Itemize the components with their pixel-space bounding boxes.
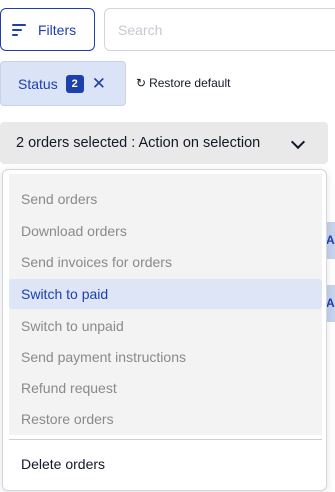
menu-item-label: Switch to unpaid (21, 318, 124, 334)
orders-page: Filters Status 2 ✕ ↻ Restore default 2 o… (0, 0, 335, 492)
menu-item-label: Send invoices for orders (21, 254, 172, 270)
filter-lines-icon (12, 23, 26, 36)
menu-item-restore-orders[interactable]: Restore orders (9, 404, 322, 434)
status-count-badge: 2 (65, 74, 84, 93)
menu-item-label: Send payment instructions (21, 349, 186, 365)
menu-item-send-invoices[interactable]: Send invoices for orders (9, 247, 322, 277)
restore-icon: ↻ (136, 76, 147, 90)
search-input[interactable] (104, 8, 335, 51)
status-filter-chip[interactable]: Status 2 ✕ (0, 61, 126, 106)
filters-button-label: Filters (38, 21, 77, 38)
menu-item-label: Switch to paid (21, 286, 109, 302)
close-icon[interactable]: ✕ (92, 75, 106, 92)
menu-item-label: Download orders (21, 223, 127, 239)
status-chip-label: Status (18, 75, 58, 92)
menu-item-send-orders[interactable]: Send orders (9, 184, 322, 214)
menu-item-download-orders[interactable]: Download orders (9, 216, 322, 246)
menu-item-delete-orders[interactable]: Delete orders (9, 449, 322, 479)
menu-item-refund-request[interactable]: Refund request (9, 373, 322, 403)
menu-item-label: Delete orders (21, 456, 106, 472)
action-on-selection-dropdown[interactable]: 2 orders selected : Action on selection (0, 122, 328, 164)
restore-default-label: Restore default (149, 76, 231, 90)
menu-item-label: Send orders (21, 191, 98, 207)
menu-divider (9, 439, 322, 440)
action-bar-label: 2 orders selected : Action on selection (16, 135, 261, 151)
filters-button[interactable]: Filters (0, 8, 95, 51)
restore-default-link[interactable]: ↻ Restore default (136, 76, 230, 90)
menu-item-label: Refund request (21, 380, 117, 396)
action-menu-list: Send orders Download orders Send invoice… (9, 174, 322, 435)
menu-item-switch-to-paid[interactable]: Switch to paid (9, 279, 322, 309)
menu-item-switch-to-unpaid[interactable]: Switch to unpaid (9, 311, 322, 341)
menu-item-label: Restore orders (21, 411, 114, 427)
menu-item-send-payment-instructions[interactable]: Send payment instructions (9, 342, 322, 372)
chevron-down-icon (290, 134, 306, 150)
action-menu: Send orders Download orders Send invoice… (2, 169, 327, 491)
